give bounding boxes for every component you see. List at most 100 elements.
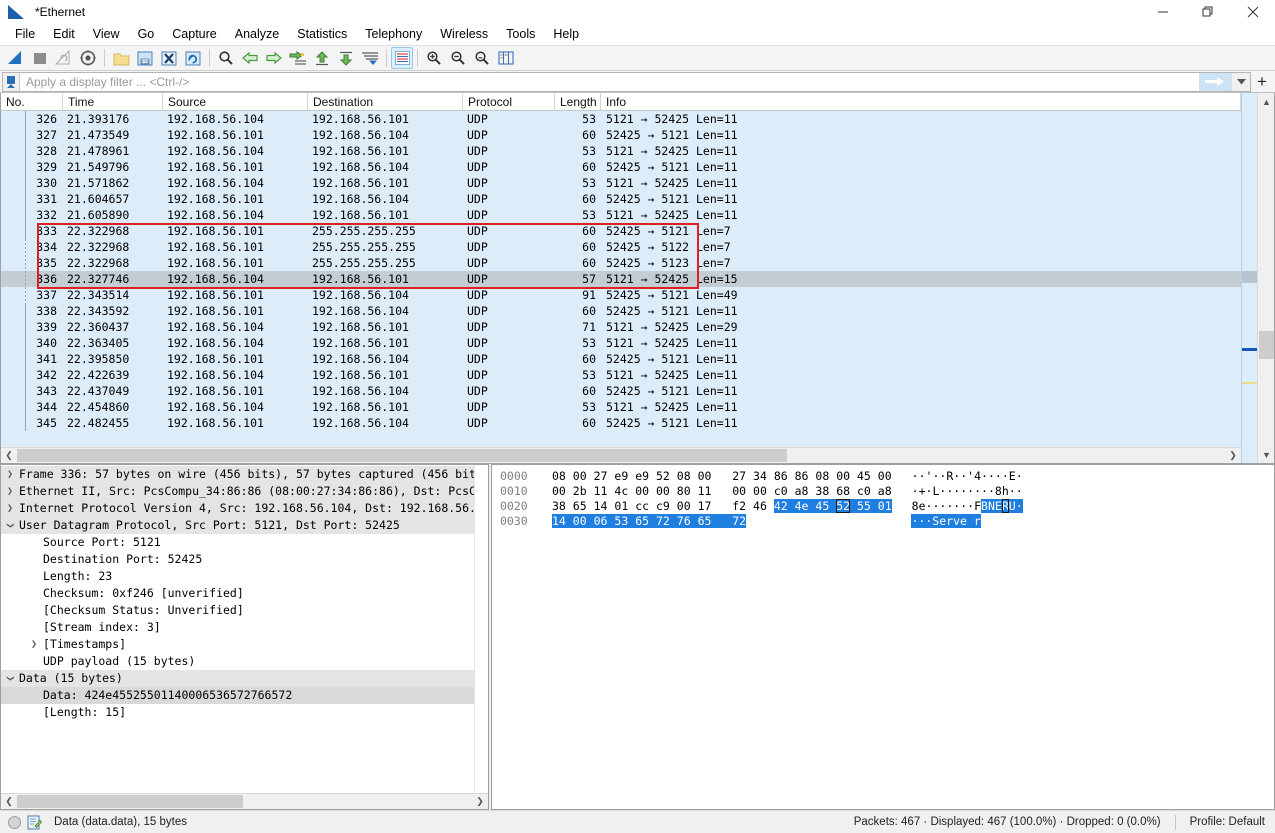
plus-icon[interactable]: + [1251, 72, 1273, 92]
hex-byte[interactable]: 65 [697, 514, 712, 528]
table-row[interactable]: 340 22.363405 192.168.56.104 192.168.56.101… [1, 335, 1241, 351]
column-header-source[interactable]: Source [163, 93, 308, 110]
hex-byte[interactable]: 00 [878, 469, 892, 483]
reload-icon[interactable] [181, 46, 205, 70]
table-row[interactable]: 326 21.393176 192.168.56.104 192.168.56.101… [1, 111, 1241, 127]
ascii-char[interactable]: · [1002, 469, 1009, 483]
ascii-char[interactable] [966, 514, 974, 528]
stop-square-icon[interactable] [28, 46, 52, 70]
chevron-right-icon[interactable]: ❯ [1, 500, 19, 517]
hex-byte[interactable]: a8 [878, 484, 892, 498]
arrow-right-icon[interactable] [262, 46, 286, 70]
table-row[interactable]: 345 22.482455 192.168.56.101 192.168.56.104… [1, 415, 1241, 431]
menu-go[interactable]: Go [129, 24, 164, 44]
hex-byte[interactable]: 27 [732, 469, 746, 483]
table-row[interactable]: 342 22.422639 192.168.56.104 192.168.56.101… [1, 367, 1241, 383]
resize-columns-icon[interactable] [494, 46, 518, 70]
hex-byte[interactable]: 00 [698, 469, 712, 483]
ascii-char[interactable]: · [1016, 484, 1023, 498]
detail-tree-item[interactable]: Source Port: 5121 [1, 534, 474, 551]
packet-list-vscrollbar[interactable]: ▲ ▼ [1257, 93, 1274, 463]
chevron-right-icon[interactable]: ❯ [1, 483, 19, 500]
capture-comment-icon[interactable] [27, 815, 42, 830]
hex-byte[interactable]: 72 [655, 514, 670, 528]
close-x-icon[interactable] [157, 46, 181, 70]
chevron-right-icon[interactable]: ❯ [1, 466, 19, 483]
hex-byte[interactable]: 27 [594, 469, 608, 483]
hex-bytes[interactable]: 38 65 14 01 cc c9 00 17 f2 46 42 4e 45 5… [544, 499, 892, 514]
hex-byte[interactable]: 4e [794, 499, 809, 513]
table-row[interactable]: 339 22.360437 192.168.56.104 192.168.56.101… [1, 319, 1241, 335]
chevron-down-icon[interactable]: ❯ [1, 670, 19, 687]
hex-byte[interactable]: 45 [857, 469, 871, 483]
ascii-char[interactable]: · [1009, 484, 1016, 498]
hex-byte[interactable]: 42 [773, 499, 788, 513]
hscroll-track[interactable] [17, 448, 1225, 463]
filter-input-container[interactable]: Apply a display filter ... <Ctrl-/> [2, 71, 1251, 92]
colorize-icon[interactable] [391, 47, 413, 69]
hex-byte[interactable]: 00 [552, 484, 566, 498]
hex-byte[interactable]: 65 [573, 499, 587, 513]
ascii-char[interactable]: F [974, 499, 981, 513]
table-row[interactable]: 344 22.454860 192.168.56.104 192.168.56.101… [1, 399, 1241, 415]
hex-ascii[interactable]: ··'··R··'4····E· [892, 469, 1023, 484]
hscroll-right-arrow[interactable]: ❯ [1225, 448, 1241, 463]
ascii-char[interactable]: · [988, 469, 995, 483]
hex-byte[interactable]: 08 [677, 469, 691, 483]
hex-byte[interactable]: 00 [836, 469, 850, 483]
ascii-char[interactable]: r [973, 514, 981, 528]
ascii-char[interactable]: E [994, 499, 1002, 513]
hex-byte[interactable]: 53 [614, 514, 629, 528]
ascii-char[interactable]: 8 [912, 499, 919, 513]
hex-byte[interactable]: 00 [677, 499, 691, 513]
column-header-length[interactable]: Length [555, 93, 601, 110]
ascii-char[interactable]: e [960, 514, 967, 528]
ascii-char[interactable]: h [1002, 484, 1009, 498]
detail-vscrollbar[interactable] [474, 465, 488, 793]
hex-byte[interactable]: 65 [635, 514, 650, 528]
magnifier-icon[interactable] [214, 46, 238, 70]
hex-byte[interactable]: e9 [614, 469, 628, 483]
zoom-reset-icon[interactable] [470, 46, 494, 70]
ascii-char[interactable]: v [953, 514, 961, 528]
hscroll-thumb[interactable] [17, 449, 787, 462]
hex-byte[interactable]: c0 [774, 484, 788, 498]
restart-fin-icon[interactable] [52, 46, 76, 70]
hex-byte[interactable]: 86 [795, 469, 809, 483]
ascii-char[interactable]: · [912, 484, 919, 498]
ascii-char[interactable]: 8 [995, 484, 1002, 498]
search-input[interactable]: Apply a display filter ... <Ctrl-/> [20, 75, 1199, 89]
bookmark-icon[interactable] [3, 72, 20, 91]
hex-ascii[interactable]: ···Serve r [891, 514, 981, 529]
hex-byte[interactable]: 00 [572, 514, 587, 528]
ascii-char[interactable]: · [995, 469, 1002, 483]
hex-row[interactable]: 0020 38 65 14 01 cc c9 00 17 f2 46 42 4e … [492, 499, 1274, 514]
detail-tree-item[interactable]: [Checksum Status: Unverified] [1, 602, 474, 619]
hex-byte[interactable]: 86 [774, 469, 788, 483]
detail-tree-item[interactable]: ❯ Data (15 bytes) [1, 670, 474, 687]
hex-bytes[interactable]: 08 00 27 e9 e9 52 08 00 27 34 86 86 08 0… [544, 469, 892, 484]
column-header-info[interactable]: Info [601, 93, 1241, 110]
detail-tree-item[interactable]: ❯ User Datagram Protocol, Src Port: 5121,… [1, 517, 474, 534]
hex-byte[interactable]: 38 [815, 484, 829, 498]
detail-tree-item[interactable]: UDP payload (15 bytes) [1, 653, 474, 670]
menu-view[interactable]: View [84, 24, 129, 44]
column-header-no[interactable]: No. [1, 93, 63, 110]
hex-row[interactable]: 0030 14 00 06 53 65 72 76 65 72 ···Serve … [492, 514, 1274, 529]
menu-analyze[interactable]: Analyze [226, 24, 288, 44]
detail-tree-item[interactable]: [Length: 15] [1, 704, 474, 721]
hex-byte[interactable]: f2 [732, 499, 746, 513]
chevron-right-icon[interactable]: ❯ [25, 636, 43, 653]
hex-byte[interactable]: c9 [656, 499, 670, 513]
hex-ascii[interactable]: 8e·······FBNERU· [892, 499, 1023, 514]
detail-tree-item[interactable]: ❯ Ethernet II, Src: PcsCompu_34:86:86 (08… [1, 483, 474, 500]
hex-byte[interactable]: 80 [677, 484, 691, 498]
hex-bytes[interactable]: 00 2b 11 4c 00 00 80 11 00 00 c0 a8 38 6… [544, 484, 892, 499]
ascii-char[interactable]: U [1008, 499, 1016, 513]
ascii-char[interactable]: · [974, 484, 981, 498]
column-header-destination[interactable]: Destination [308, 93, 463, 110]
menu-wireless[interactable]: Wireless [431, 24, 497, 44]
hex-byte[interactable]: 00 [753, 484, 767, 498]
table-row[interactable]: 338 22.343592 192.168.56.101 192.168.56.104… [1, 303, 1241, 319]
detail-hscroll-left-arrow[interactable]: ❮ [1, 794, 17, 809]
